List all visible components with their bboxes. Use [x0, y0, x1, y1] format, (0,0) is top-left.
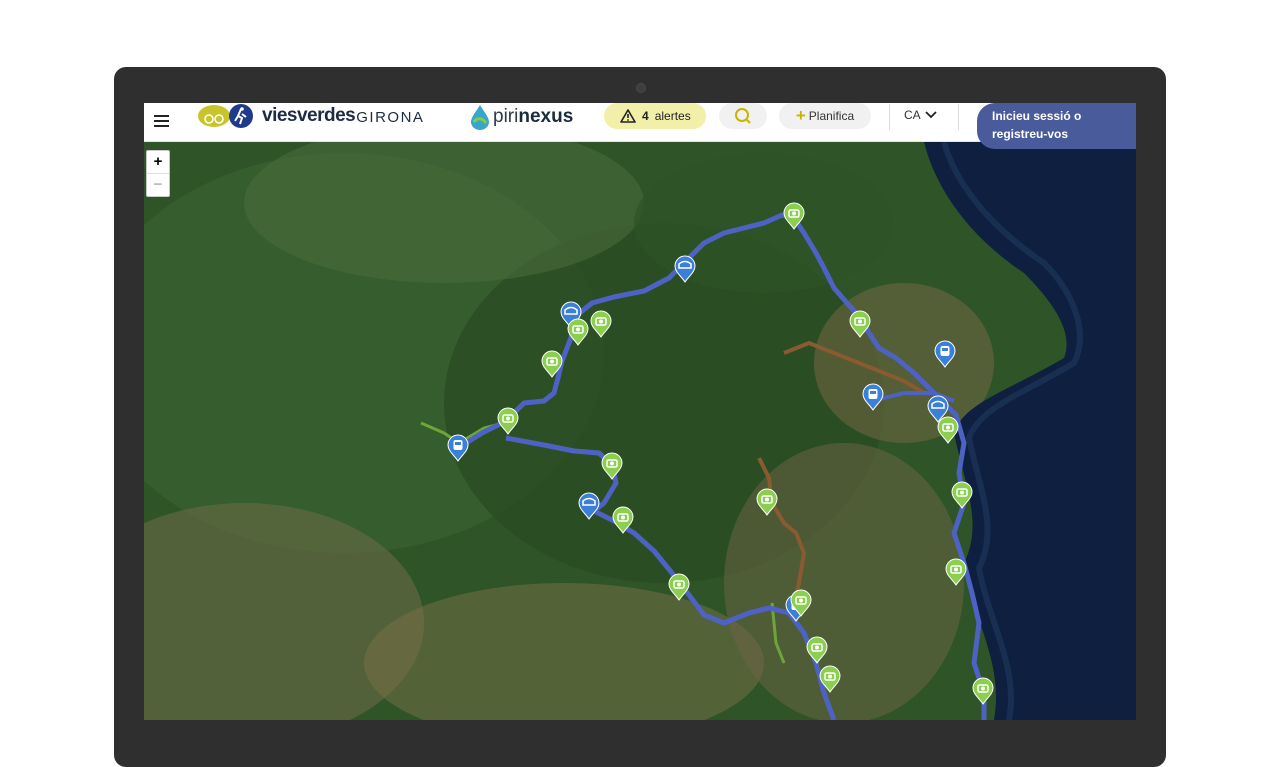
- satellite-map[interactable]: [144, 103, 1136, 720]
- zoom-in-button[interactable]: +: [147, 151, 169, 174]
- train-icon: [940, 346, 950, 356]
- zoom-out-button[interactable]: −: [147, 174, 169, 196]
- water-drop-icon: [471, 105, 489, 130]
- logo-text-primary: viesverdes: [262, 105, 356, 126]
- top-navigation-bar: viesverdes GIRONA pirinexus 4 alertes + …: [144, 103, 1136, 149]
- partner-prefix: piri: [493, 106, 519, 127]
- laptop-camera: [636, 83, 646, 93]
- viesverdes-logo[interactable]: viesverdes GIRONA: [198, 104, 424, 128]
- hamburger-menu-icon[interactable]: [154, 115, 169, 129]
- alerts-label: alertes: [654, 109, 691, 123]
- train-icon: [453, 440, 463, 450]
- login-label-line1: Inicieu sessió o: [992, 109, 1082, 123]
- plus-icon: +: [795, 106, 806, 125]
- alerts-button[interactable]: 4 alertes: [604, 103, 706, 129]
- search-button[interactable]: [719, 103, 767, 129]
- nav-divider: [958, 104, 959, 130]
- search-icon: [735, 108, 751, 124]
- language-label: CA: [904, 108, 921, 122]
- zoom-control: + −: [146, 150, 170, 197]
- chevron-down-icon: [925, 111, 937, 119]
- login-label-line2: registreu-vos: [992, 127, 1069, 141]
- cyclist-hiker-icon: [198, 104, 253, 128]
- app-screen: viesverdes GIRONA pirinexus 4 alertes + …: [144, 103, 1136, 720]
- plan-label: Planifica: [808, 109, 855, 123]
- login-button[interactable]: Inicieu sessió o registreu-vos: [977, 103, 1136, 149]
- alerts-count: 4: [642, 109, 649, 123]
- plan-button[interactable]: + Planifica: [779, 103, 871, 129]
- warning-icon: [620, 109, 636, 123]
- language-selector[interactable]: CA: [904, 108, 937, 122]
- pirinexus-logo[interactable]: pirinexus: [470, 104, 573, 130]
- train-icon: [868, 389, 878, 399]
- nav-divider: [889, 104, 890, 130]
- partner-suffix: nexus: [518, 106, 574, 127]
- logo-text-secondary: GIRONA: [356, 108, 425, 126]
